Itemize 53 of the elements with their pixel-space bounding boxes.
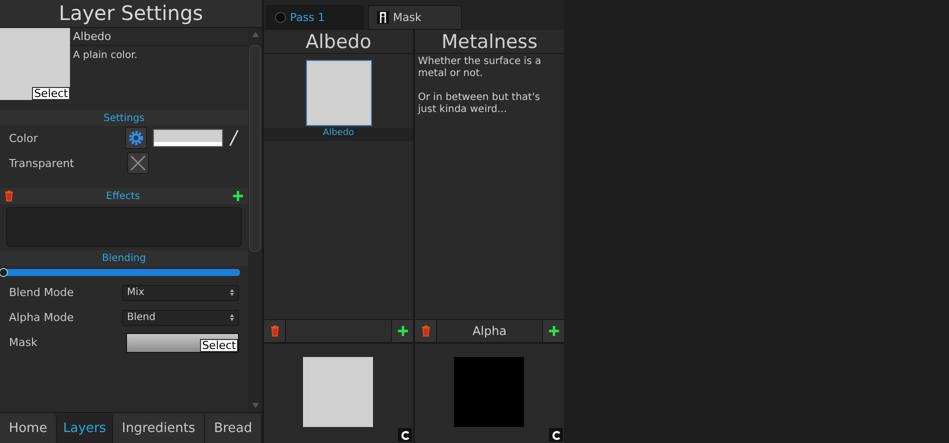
field-label: Color: [9, 132, 39, 144]
cross-icon: [130, 155, 146, 171]
select-button[interactable]: Select: [200, 338, 238, 352]
panel-title: Layer Settings: [0, 0, 262, 28]
column-title: Metalness: [415, 30, 564, 54]
column-title: Albedo: [264, 30, 413, 54]
plus-icon: [396, 325, 408, 337]
field-label: Alpha Mode: [9, 311, 75, 324]
refresh-button[interactable]: [398, 428, 412, 442]
plus-icon: [548, 325, 560, 337]
tab[interactable]: Home: [0, 414, 58, 443]
trash-icon: [420, 325, 430, 337]
refresh-icon: [552, 430, 560, 440]
transparent-button[interactable]: [127, 152, 149, 174]
trash-icon: [270, 325, 280, 337]
sphere-icon: [275, 12, 286, 23]
refresh-button[interactable]: [549, 428, 563, 442]
dropdown[interactable]: Blend: [122, 310, 239, 326]
updown-icon: [230, 289, 234, 296]
color-field[interactable]: [152, 129, 224, 147]
figure-icon: [377, 11, 389, 24]
updown-icon: [230, 314, 234, 321]
dropdown[interactable]: Mix: [122, 284, 239, 300]
column-description: Or in between but that's just kinda weird...: [416, 92, 541, 116]
section-header: Settings: [0, 110, 248, 126]
scrollbar-thumb[interactable]: [249, 45, 261, 252]
add-button[interactable]: [391, 320, 413, 342]
select-button[interactable]: Select: [32, 87, 70, 100]
tab[interactable]: Bread: [205, 414, 262, 443]
column-description: Whether the surface is a metal or not.: [417, 56, 542, 80]
layer-description: A plain color.: [72, 49, 138, 63]
trash-icon: [4, 190, 14, 202]
tab[interactable]: Ingredients: [113, 414, 206, 443]
plus-icon: [232, 190, 244, 202]
section-header: Effects: [0, 188, 248, 204]
field-label: Mask: [9, 336, 38, 349]
refresh-icon: [400, 430, 410, 440]
layer-label[interactable]: Albedo: [264, 128, 413, 141]
layer-name: Albedo: [70, 28, 248, 46]
tab[interactable]: Mask: [368, 5, 462, 30]
delete-button[interactable]: [264, 320, 286, 342]
slider-thumb[interactable]: [0, 268, 8, 277]
slider-track[interactable]: [0, 269, 240, 276]
layer-thumbnail[interactable]: [306, 60, 372, 126]
tab[interactable]: Pass 1: [266, 5, 364, 30]
add-button[interactable]: [542, 320, 564, 342]
tab[interactable]: Layers: [57, 414, 114, 443]
delete-button[interactable]: [415, 320, 437, 342]
field-label: Transparent: [9, 156, 76, 170]
section-header: Blending: [0, 250, 248, 266]
field-label: Blend Mode: [9, 286, 75, 299]
gear-button[interactable]: [124, 127, 147, 149]
gear-icon: [128, 130, 144, 146]
